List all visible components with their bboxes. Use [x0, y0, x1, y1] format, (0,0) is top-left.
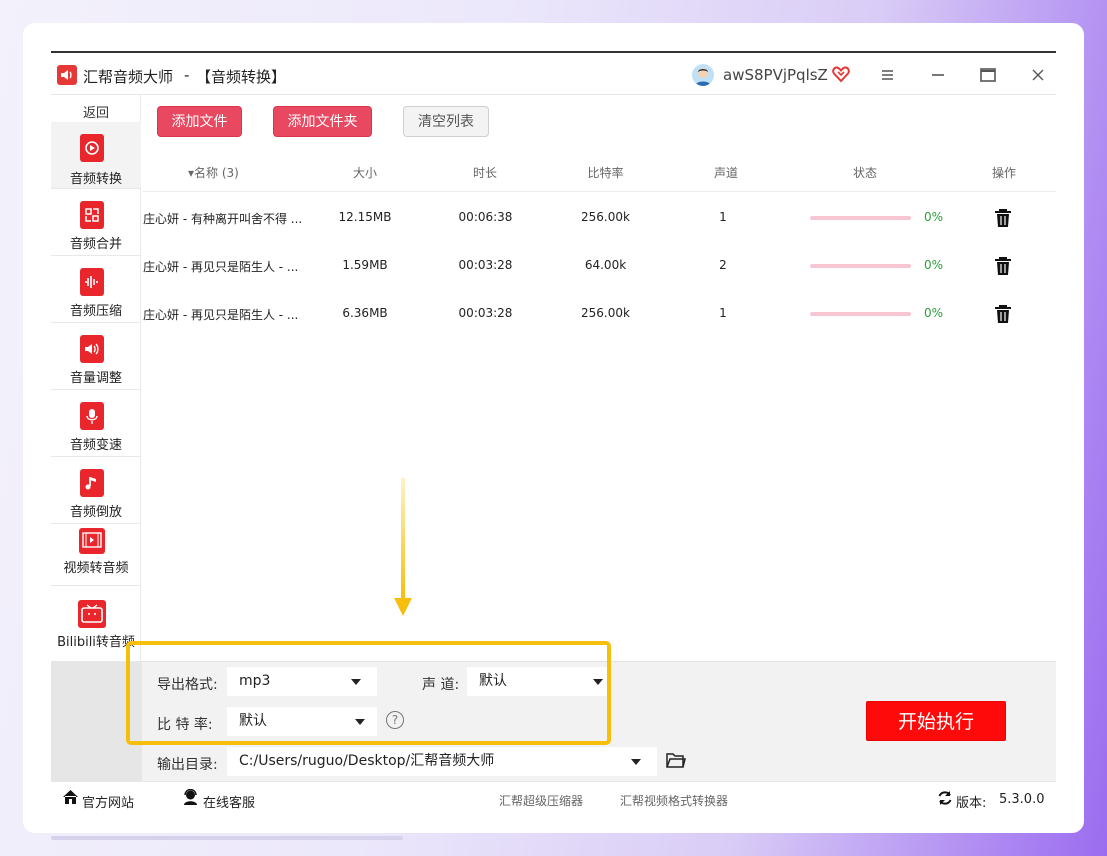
audio-merge-icon: [80, 201, 104, 229]
sidebar-item-label: 音频变速: [69, 438, 122, 453]
column-header-duration: 时长: [472, 166, 497, 180]
column-header-status: 状态: [852, 166, 877, 180]
audio-compress-icon: [80, 268, 104, 296]
sidebar-item-video-to-audio[interactable]: 视频转音频: [51, 524, 141, 586]
footer: 官方网站 在线客服 汇帮超级压缩器 汇帮视频格式转换器 版本: 5.3.0.0: [51, 781, 1056, 811]
file-name: 庄心妍 - 再见只是陌生人 - ...: [143, 260, 299, 274]
column-header-actions: 操作: [991, 166, 1016, 180]
file-channels: 1: [719, 210, 727, 224]
file-name: 庄心妍 - 再见只是陌生人 - ...: [143, 308, 299, 322]
sidebar-item-label: 音频倒放: [69, 505, 122, 520]
avatar[interactable]: [692, 64, 714, 86]
file-bitrate: 256.00k: [581, 306, 630, 320]
version-number: 5.3.0.0: [999, 792, 1045, 807]
back-link[interactable]: 返回: [51, 102, 141, 121]
support-icon: [184, 789, 197, 805]
official-website-link[interactable]: 官方网站: [82, 792, 134, 811]
progress-bar: [810, 312, 911, 316]
maximize-icon[interactable]: [977, 64, 999, 86]
video-converter-link[interactable]: 汇帮视频格式转换器: [620, 792, 728, 809]
online-support-link[interactable]: 在线客服: [203, 792, 255, 811]
file-channels: 1: [719, 306, 727, 320]
table-row[interactable]: 庄心妍 - 再见只是陌生人 - ... 1.59MB 00:03:28 64.0…: [143, 242, 1056, 290]
progress-percent: 0%: [924, 210, 944, 224]
trash-icon[interactable]: [994, 304, 1012, 324]
title-bar: 汇帮音频大师 - 【音频转换】 awS8PVjPqlsZ: [51, 53, 1056, 95]
column-header-bitrate: 比特率: [587, 166, 624, 180]
file-duration: 00:03:28: [458, 306, 513, 320]
sidebar-item-audio-speed[interactable]: 音频变速: [51, 390, 141, 457]
sidebar-item-volume[interactable]: 音量调整: [51, 323, 141, 390]
file-bitrate: 256.00k: [581, 210, 630, 224]
highlight-box: [126, 641, 611, 745]
app-window: 汇帮音频大师 - 【音频转换】 awS8PVjPqlsZ 返回 音频转换 音频合…: [51, 51, 1056, 811]
super-compressor-link[interactable]: 汇帮超级压缩器: [499, 792, 583, 809]
vip-heart-icon[interactable]: [832, 65, 850, 83]
table-row[interactable]: 庄心妍 - 再见只是陌生人 - ... 6.36MB 00:03:28 256.…: [143, 290, 1056, 338]
annotation-arrow-head: [394, 598, 412, 616]
sidebar-item-label: 音量调整: [69, 371, 122, 386]
speaker-icon: [57, 65, 77, 85]
home-icon: [63, 790, 78, 804]
start-button[interactable]: 开始执行: [866, 701, 1006, 741]
sidebar-item-label: 音频合并: [69, 237, 122, 252]
sidebar-item-audio-merge[interactable]: 音频合并: [51, 189, 141, 256]
clear-list-button[interactable]: 清空列表: [403, 106, 489, 137]
username[interactable]: awS8PVjPqlsZ: [723, 66, 828, 84]
output-directory-select[interactable]: C:/Users/ruguo/Desktop/汇帮音频大师: [227, 747, 657, 776]
table-header: ▾名称 (3) 大小 时长 比特率 声道 状态 操作: [143, 150, 1056, 192]
menu-icon[interactable]: [876, 64, 898, 86]
file-channels: 2: [719, 258, 727, 272]
version-label: 版本:: [956, 796, 987, 811]
sidebar: 返回 音频转换 音频合并 音频压缩 音量调整 音频变速 音频倒放 视频转音频 B…: [51, 95, 141, 661]
decorative-bar: [51, 836, 403, 840]
progress-bar: [810, 216, 911, 220]
close-icon[interactable]: [1027, 64, 1049, 86]
table-row[interactable]: 庄心妍 - 有种离开叫舍不得 ... 12.15MB 00:06:38 256.…: [143, 194, 1056, 242]
progress-bar: [810, 264, 911, 268]
minimize-icon[interactable]: [927, 64, 949, 86]
sidebar-item-label: 音频转换: [69, 172, 122, 187]
file-size: 6.36MB: [342, 306, 388, 320]
folder-icon[interactable]: [666, 751, 686, 769]
sidebar-item-label: 视频转音频: [63, 561, 129, 576]
module-title: 【音频转换】: [196, 68, 287, 86]
add-folder-button[interactable]: 添加文件夹: [273, 106, 372, 137]
file-bitrate: 64.00k: [584, 258, 627, 272]
trash-icon[interactable]: [994, 208, 1012, 228]
file-size: 1.59MB: [342, 258, 388, 272]
refresh-icon[interactable]: [937, 790, 953, 806]
music-note-icon: [80, 469, 104, 497]
add-file-button[interactable]: 添加文件: [157, 106, 242, 137]
film-icon: [79, 528, 105, 554]
sidebar-item-audio-compress[interactable]: 音频压缩: [51, 256, 141, 323]
file-duration: 00:03:28: [458, 258, 513, 272]
audio-convert-icon: [80, 134, 104, 162]
sidebar-item-audio-convert[interactable]: 音频转换: [51, 122, 141, 189]
column-header-size: 大小: [352, 166, 377, 180]
progress-percent: 0%: [924, 258, 944, 272]
file-name: 庄心妍 - 有种离开叫舍不得 ...: [143, 212, 303, 226]
sidebar-item-audio-reverse[interactable]: 音频倒放: [51, 457, 141, 524]
chevron-down-icon: [631, 759, 641, 765]
progress-percent: 0%: [924, 306, 944, 320]
output-label: 输出目录:: [157, 757, 218, 773]
trash-icon[interactable]: [994, 256, 1012, 276]
microphone-icon: [80, 402, 104, 430]
column-header-channels: 声道: [713, 166, 738, 180]
volume-icon: [80, 335, 104, 363]
file-duration: 00:06:38: [458, 210, 513, 224]
annotation-arrow: [401, 478, 405, 598]
tv-icon: [78, 600, 106, 628]
title-separator: -: [184, 66, 190, 84]
column-header-name[interactable]: ▾名称 (3): [188, 164, 239, 181]
file-size: 12.15MB: [338, 210, 392, 224]
app-title: 汇帮音频大师: [83, 68, 174, 86]
sidebar-item-label: 音频压缩: [69, 304, 122, 319]
